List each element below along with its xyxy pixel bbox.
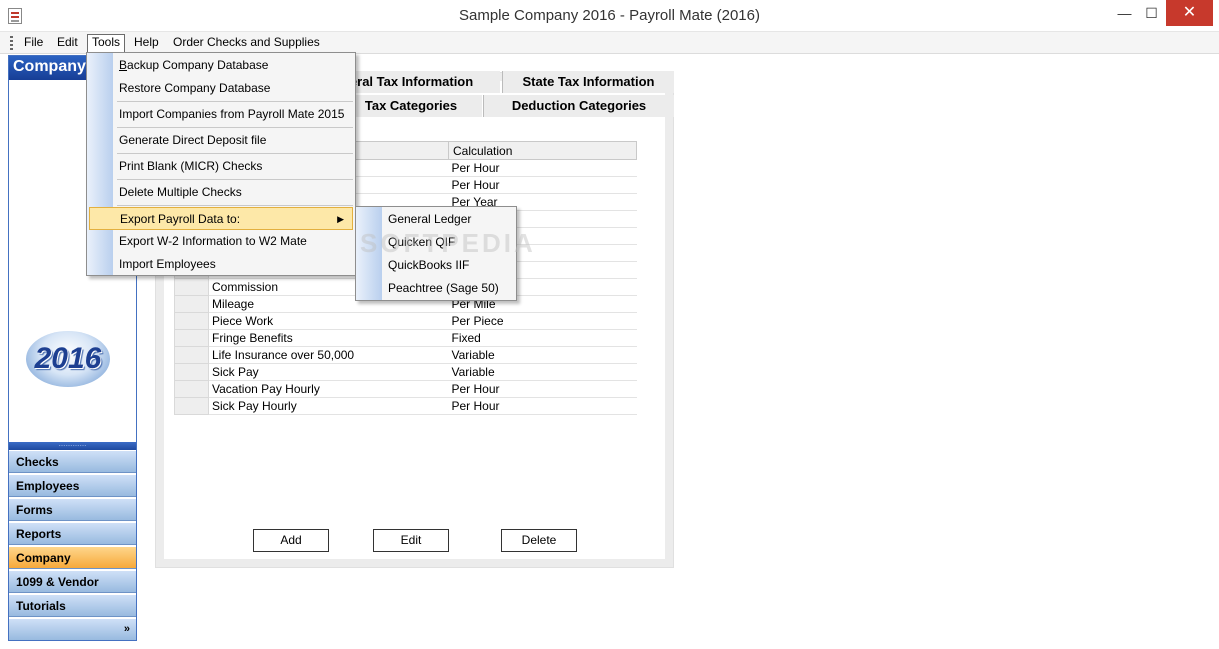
menu-quicken-qif[interactable]: Quicken QIF xyxy=(382,231,516,254)
table-row[interactable]: Sick Pay Variable xyxy=(174,363,637,381)
year-badge: 2016 xyxy=(26,331,110,387)
title-bar: Sample Company 2016 - Payroll Mate (2016… xyxy=(0,0,1219,32)
menu-order-checks[interactable]: Order Checks and Supplies xyxy=(169,35,324,52)
nav-checks[interactable]: Checks xyxy=(9,450,136,473)
menu-restore-database[interactable]: Restore Company Database xyxy=(113,77,355,100)
column-header-calculation[interactable]: Calculation xyxy=(448,141,637,160)
row-header[interactable] xyxy=(174,312,209,330)
menu-export-w2[interactable]: Export W-2 Information to W2 Mate xyxy=(113,230,355,253)
calculation-cell: Per Hour xyxy=(448,176,637,194)
menu-import-companies[interactable]: Import Companies from Payroll Mate 2015 xyxy=(113,103,355,126)
calculation-cell: Variable xyxy=(448,363,637,381)
category-name: Vacation Pay Hourly xyxy=(208,380,449,398)
calculation-cell: Variable xyxy=(448,346,637,364)
menu-tools[interactable]: Tools xyxy=(87,34,126,54)
menu-export-payroll-data[interactable]: Export Payroll Data to: ▶ xyxy=(89,207,353,230)
menu-peachtree[interactable]: Peachtree (Sage 50) xyxy=(382,277,516,300)
nav-forms[interactable]: Forms xyxy=(9,498,136,521)
calculation-cell: Per Hour xyxy=(448,397,637,415)
nav-tutorials[interactable]: Tutorials xyxy=(9,594,136,617)
window-title: Sample Company 2016 - Payroll Mate (2016… xyxy=(459,7,760,24)
edit-button[interactable]: Edit xyxy=(373,529,449,552)
row-header[interactable] xyxy=(174,278,209,296)
menu-help[interactable]: Help xyxy=(130,35,163,52)
calculation-cell: Per Hour xyxy=(448,159,637,177)
table-row[interactable]: Vacation Pay Hourly Per Hour xyxy=(174,380,637,398)
nav-employees[interactable]: Employees xyxy=(9,474,136,497)
table-row[interactable]: Life Insurance over 50,000 Variable xyxy=(174,346,637,364)
nav-company[interactable]: Company xyxy=(9,546,136,569)
close-button[interactable]: ✕ xyxy=(1166,0,1213,26)
menu-grip-icon[interactable] xyxy=(10,36,13,50)
table-row[interactable]: Piece Work Per Piece xyxy=(174,312,637,330)
row-header[interactable] xyxy=(174,295,209,313)
nav-expand-icon[interactable]: » xyxy=(9,619,136,640)
nav-1099-vendor[interactable]: 1099 & Vendor xyxy=(9,570,136,593)
menu-quickbooks-iif[interactable]: QuickBooks IIF xyxy=(382,254,516,277)
category-name: Sick Pay xyxy=(208,363,449,381)
menu-file[interactable]: File xyxy=(20,35,47,52)
submenu-arrow-icon: ▶ xyxy=(337,214,344,224)
maximize-button[interactable]: ☐ xyxy=(1138,0,1165,26)
menu-import-employees[interactable]: Import Employees xyxy=(113,253,355,276)
tab-deduction-categories[interactable]: Deduction Categories xyxy=(483,95,674,117)
tools-menu: Backup Company Database Restore Company … xyxy=(86,52,356,276)
table-row[interactable]: Sick Pay Hourly Per Hour xyxy=(174,397,637,415)
menu-edit[interactable]: Edit xyxy=(53,35,82,52)
menu-print-blank-checks[interactable]: Print Blank (MICR) Checks xyxy=(113,155,355,178)
category-name: Life Insurance over 50,000 xyxy=(208,346,449,364)
nav-reports[interactable]: Reports xyxy=(9,522,136,545)
delete-button[interactable]: Delete xyxy=(501,529,577,552)
menu-delete-multiple-checks[interactable]: Delete Multiple Checks xyxy=(113,181,355,204)
tab-state-tax[interactable]: State Tax Information xyxy=(502,71,674,93)
minimize-button[interactable]: — xyxy=(1111,0,1138,26)
export-submenu: General Ledger Quicken QIF QuickBooks II… xyxy=(355,206,517,301)
calculation-cell: Per Piece xyxy=(448,312,637,330)
row-header[interactable] xyxy=(174,346,209,364)
menu-general-ledger[interactable]: General Ledger xyxy=(382,208,516,231)
category-name: Piece Work xyxy=(208,312,449,330)
menu-backup-database[interactable]: Backup Company Database xyxy=(113,54,355,77)
menu-bar: File Edit Tools Help Order Checks and Su… xyxy=(0,32,1219,54)
menu-generate-direct-deposit[interactable]: Generate Direct Deposit file xyxy=(113,129,355,152)
sidebar-splitter[interactable]: ………… xyxy=(9,441,136,450)
row-header[interactable] xyxy=(174,363,209,381)
calculation-cell: Per Hour xyxy=(448,380,637,398)
row-header[interactable] xyxy=(174,329,209,347)
category-name: Fringe Benefits xyxy=(208,329,449,347)
category-name: Sick Pay Hourly xyxy=(208,397,449,415)
calculation-cell: Fixed xyxy=(448,329,637,347)
row-header[interactable] xyxy=(174,397,209,415)
table-row[interactable]: Fringe Benefits Fixed xyxy=(174,329,637,347)
row-header[interactable] xyxy=(174,380,209,398)
add-button[interactable]: Add xyxy=(253,529,329,552)
